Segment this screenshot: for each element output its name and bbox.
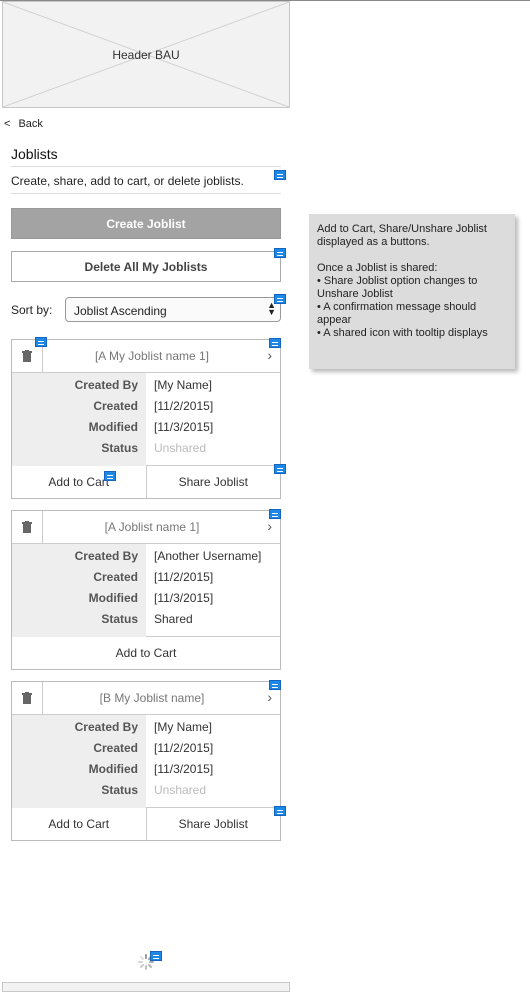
detail-row-status: Status Unshared — [101, 783, 207, 797]
joblist-card-header[interactable]: [A Joblist name 1] › — [12, 511, 280, 544]
trash-icon — [22, 521, 32, 533]
joblist-card: [B My Joblist name] › Created By [My Name… — [11, 681, 281, 841]
joblist-actions: Add to Cart Share Joblist — [12, 808, 280, 840]
note-icon — [274, 294, 286, 304]
annotation-bullet: • A shared icon with tooltip displays — [317, 327, 488, 339]
chevron-right-icon: › — [267, 518, 272, 534]
chevron-left-icon: < — [4, 118, 11, 130]
detail-row-status: Status Unshared — [101, 441, 207, 455]
header-placeholder-label: Header BAU — [112, 48, 180, 62]
note-icon — [269, 338, 281, 348]
detail-row-status: Status Shared — [101, 612, 193, 626]
select-arrows-icon: ▲ ▼ — [267, 300, 276, 317]
status-value: Shared — [154, 612, 193, 626]
page-description: Create, share, add to cart, or delete jo… — [11, 166, 281, 194]
joblist-name: [A Joblist name 1] — [104, 520, 200, 534]
detail-row-created: Created [11/2/2015] — [93, 741, 214, 755]
status-value: Unshared — [154, 783, 207, 797]
sort-label: Sort by: — [11, 303, 53, 317]
joblist-name: [B My Joblist name] — [99, 691, 205, 705]
delete-joblist-button[interactable] — [12, 511, 43, 543]
joblist-actions: Add to Cart — [12, 637, 280, 669]
joblist-card: [A Joblist name 1] › Created By [Another … — [11, 510, 281, 670]
footer-placeholder — [2, 982, 290, 992]
detail-row-modified: Modified [11/3/2015] — [88, 420, 214, 434]
sort-selected-value: Joblist Ascending — [74, 304, 167, 318]
joblist-details: Created By [My Name] Created [11/2/2015] M… — [12, 373, 280, 466]
annotation-bullet: • Share Joblist option changes to Unshar… — [317, 275, 478, 300]
share-joblist-button[interactable]: Share Joblist — [145, 808, 281, 840]
detail-row-created: Created [11/2/2015] — [93, 399, 214, 413]
detail-row-created: Created [11/2/2015] — [93, 570, 214, 584]
chevron-right-icon: › — [267, 689, 272, 705]
joblist-card-header[interactable]: [B My Joblist name] › — [12, 682, 280, 715]
add-to-cart-button[interactable]: Add to Cart — [12, 466, 146, 498]
note-icon — [150, 951, 162, 961]
header-placeholder: Header BAU — [2, 1, 290, 108]
page-title: Joblists — [11, 146, 58, 162]
back-link[interactable]: < Back — [4, 118, 43, 130]
annotation-line: Add to Cart, Share/Unshare Joblist displ… — [317, 223, 487, 248]
detail-row-created-by: Created By [My Name] — [74, 378, 213, 392]
sort-select[interactable]: Joblist Ascending ▲ ▼ — [65, 297, 281, 322]
back-link-label: Back — [18, 118, 43, 130]
note-icon — [274, 170, 286, 180]
status-value: Unshared — [154, 441, 207, 455]
trash-icon — [22, 692, 32, 704]
add-to-cart-button[interactable]: Add to Cart — [12, 808, 146, 840]
share-joblist-button[interactable]: Share Joblist — [145, 466, 281, 498]
joblist-name: [A My Joblist name 1] — [94, 349, 210, 363]
joblist-actions: Add to Cart Share Joblist — [12, 466, 280, 498]
detail-row-created-by: Created By [My Name] — [74, 720, 213, 734]
joblist-card-header[interactable]: [A My Joblist name 1] › — [12, 340, 280, 373]
note-icon — [274, 464, 286, 474]
annotation-note: Add to Cart, Share/Unshare Joblist displ… — [309, 214, 515, 369]
note-icon — [269, 680, 281, 690]
note-icon — [104, 471, 116, 481]
joblist-card: [A My Joblist name 1] › Created By [My Na… — [11, 339, 281, 499]
delete-joblist-button[interactable] — [12, 682, 43, 714]
delete-all-joblists-button[interactable]: Delete All My Joblists — [11, 251, 281, 282]
add-to-cart-button[interactable]: Add to Cart — [12, 637, 280, 669]
detail-row-modified: Modified [11/3/2015] — [88, 762, 214, 776]
note-icon — [274, 806, 286, 816]
note-icon — [35, 337, 47, 347]
annotation-line: Once a Joblist is shared: — [317, 262, 438, 274]
joblist-details: Created By [My Name] Created [11/2/2015] M… — [12, 715, 280, 808]
detail-row-created-by: Created By [Another Username] — [74, 549, 262, 563]
detail-row-modified: Modified [11/3/2015] — [88, 591, 214, 605]
page-description-text: Create, share, add to cart, or delete jo… — [11, 174, 244, 188]
create-joblist-button[interactable]: Create Joblist — [11, 208, 281, 239]
chevron-right-icon: › — [267, 347, 272, 363]
trash-icon — [22, 350, 32, 362]
joblist-details: Created By [Another Username] Created [11/… — [12, 544, 280, 637]
note-icon — [274, 248, 286, 258]
note-icon — [269, 509, 281, 519]
annotation-bullet: • A confirmation message should appear — [317, 301, 477, 326]
